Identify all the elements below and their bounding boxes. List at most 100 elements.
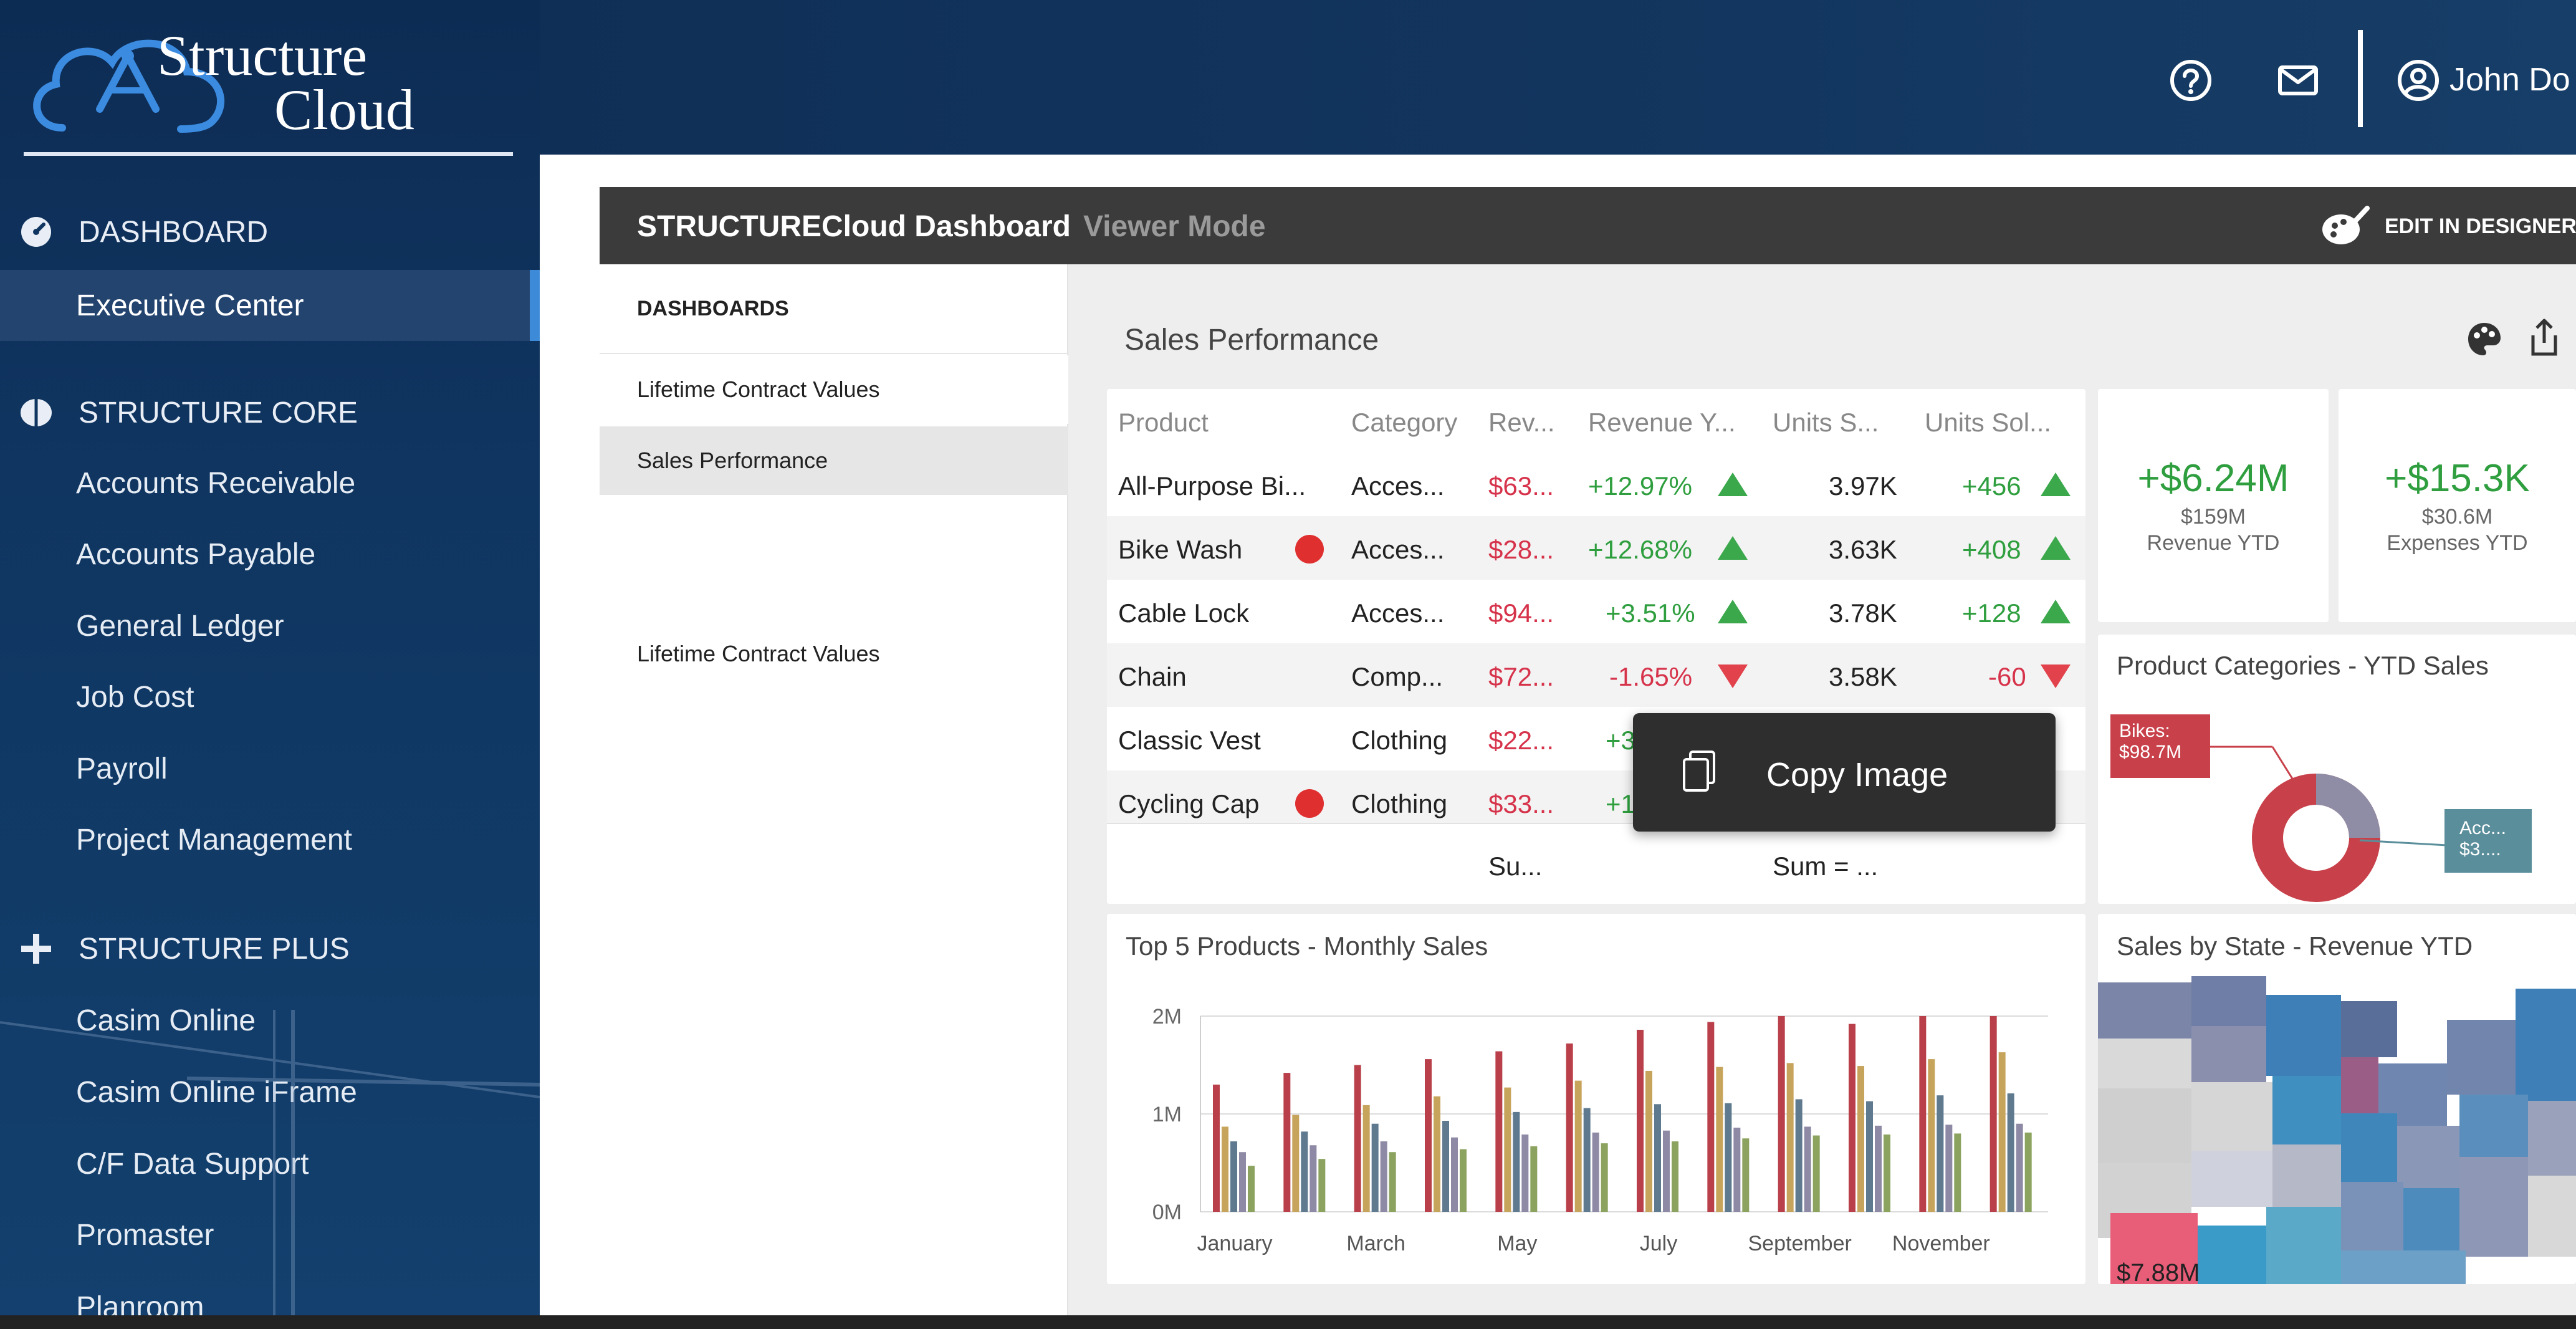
chart-bar[interactable] xyxy=(1786,1063,1794,1212)
chart-bar[interactable] xyxy=(1230,1141,1237,1212)
user-icon[interactable] xyxy=(2396,59,2440,102)
chart-bar[interactable] xyxy=(1248,1166,1255,1212)
cell-revenue-ytd: +1 xyxy=(1606,789,1635,818)
table-row[interactable]: All-Purpose Bi... Acces... $63... +12.97… xyxy=(1107,453,2085,516)
export-icon[interactable] xyxy=(2526,318,2563,358)
column-header-units-sold[interactable]: Units S... xyxy=(1773,408,1879,438)
chart-bar[interactable] xyxy=(1654,1104,1661,1212)
kpi-label: Expenses YTD xyxy=(2387,531,2528,555)
chart-bar[interactable] xyxy=(1601,1143,1608,1212)
chart-bar[interactable] xyxy=(2007,1093,2014,1212)
chart-bar[interactable] xyxy=(1637,1029,1644,1212)
chart-bar[interactable] xyxy=(1530,1146,1538,1212)
chart-bar[interactable] xyxy=(1849,1024,1855,1212)
chart-bar[interactable] xyxy=(2024,1132,2032,1212)
chart-bar[interactable] xyxy=(1425,1059,1432,1212)
chart-bar[interactable] xyxy=(1292,1115,1300,1212)
x-tick-label: May xyxy=(1497,1232,1537,1255)
chart-bar[interactable] xyxy=(1707,1022,1715,1212)
chart-bar[interactable] xyxy=(1566,1043,1573,1212)
chart-bar[interactable] xyxy=(1513,1111,1520,1212)
table-row[interactable]: Chain Comp... $72... -1.65% 3.58K -60 xyxy=(1107,643,2085,707)
cell-revenue: $94... xyxy=(1488,598,1554,628)
column-header-revenue[interactable]: Rev... xyxy=(1488,408,1555,438)
table-row[interactable]: Bike Wash Acces... $28... +12.68% 3.63K … xyxy=(1107,516,2085,580)
chart-bar[interactable] xyxy=(1310,1145,1317,1212)
chart-bar[interactable] xyxy=(1866,1101,1873,1212)
dashboard-link-lifetime-contract-values[interactable]: Lifetime Contract Values xyxy=(600,620,1068,688)
column-header-units-sold-delta[interactable]: Units Sol... xyxy=(1925,408,2051,438)
mail-icon[interactable] xyxy=(2276,59,2320,102)
sidebar-item-executive-center[interactable]: Executive Center xyxy=(0,270,540,341)
chart-bar[interactable] xyxy=(1928,1059,1935,1212)
chart-bar[interactable] xyxy=(1442,1120,1449,1212)
chart-bar[interactable] xyxy=(1301,1131,1308,1212)
chart-bar[interactable] xyxy=(1812,1135,1820,1212)
chart-bar[interactable] xyxy=(1504,1087,1511,1212)
sidebar-item-accounts-receivable[interactable]: Accounts Receivable xyxy=(0,448,540,519)
edit-in-designer-button[interactable]: EDIT IN DESIGNER xyxy=(2320,202,2576,251)
chart-bar[interactable] xyxy=(1645,1070,1652,1212)
dashboard-link-lifetime-contract-values-row[interactable]: Lifetime Contract Values xyxy=(600,355,1068,424)
chart-bar[interactable] xyxy=(1239,1152,1246,1212)
logo[interactable]: Structure Cloud xyxy=(19,12,517,156)
chart-bar[interactable] xyxy=(1778,1016,1785,1212)
chart-bar[interactable] xyxy=(1495,1051,1503,1212)
column-header-category[interactable]: Category xyxy=(1351,408,1457,438)
chart-bar[interactable] xyxy=(1451,1137,1458,1212)
chart-bar[interactable] xyxy=(1998,1052,2006,1212)
column-header-revenue-ytd[interactable]: Revenue Y... xyxy=(1588,408,1736,438)
chart-bar[interactable] xyxy=(1460,1149,1467,1212)
chart-bar[interactable] xyxy=(1857,1066,1864,1212)
chart-bar[interactable] xyxy=(1371,1123,1379,1212)
chart-bar[interactable] xyxy=(1318,1159,1326,1212)
palette-icon[interactable] xyxy=(2466,320,2503,358)
chart-bar[interactable] xyxy=(1742,1138,1750,1212)
chart-bar[interactable] xyxy=(1521,1134,1529,1212)
chart-bar[interactable] xyxy=(1574,1080,1582,1212)
us-map[interactable] xyxy=(2098,976,2576,1284)
chart-bar[interactable] xyxy=(1354,1065,1361,1212)
chart-bar[interactable] xyxy=(1583,1108,1591,1212)
chart-bar[interactable] xyxy=(1362,1105,1370,1212)
chart-bar[interactable] xyxy=(1592,1132,1599,1212)
copy-image-menu-item[interactable]: Copy Image xyxy=(1766,756,1948,794)
chart-bar[interactable] xyxy=(1389,1152,1396,1212)
chart-bar[interactable] xyxy=(1283,1073,1291,1212)
sidebar-item-project-management[interactable]: Project Management xyxy=(0,804,540,875)
chart-bar[interactable] xyxy=(1663,1130,1670,1212)
nav-section-dashboard[interactable]: DASHBOARD xyxy=(0,201,540,263)
donut-slice-other[interactable] xyxy=(2315,774,2380,839)
sidebar-item-job-cost[interactable]: Job Cost xyxy=(0,661,540,732)
chart-bar[interactable] xyxy=(1989,1016,1997,1212)
sidebar-item-payroll[interactable]: Payroll xyxy=(0,733,540,804)
dashboard-link-sales-performance[interactable]: Sales Performance xyxy=(600,426,1068,495)
chart-bar[interactable] xyxy=(1213,1084,1220,1212)
cell-units-delta: -60 xyxy=(1988,662,2026,691)
help-icon[interactable] xyxy=(2169,59,2213,102)
chart-bar[interactable] xyxy=(2016,1123,2023,1212)
chart-bar[interactable] xyxy=(1733,1127,1741,1212)
chart-bar[interactable] xyxy=(1945,1125,1953,1212)
bar-chart[interactable]: 2M 1M 0M January March May July September Novemb… xyxy=(1107,914,2085,1284)
chart-bar[interactable] xyxy=(1875,1125,1882,1212)
nav-section-structure-plus[interactable]: STRUCTURE PLUS xyxy=(0,918,540,980)
chart-bar[interactable] xyxy=(1954,1133,1961,1212)
chart-bar[interactable] xyxy=(1795,1099,1803,1212)
user-name[interactable]: John Do xyxy=(2449,61,2570,98)
chart-bar[interactable] xyxy=(1804,1126,1811,1212)
chart-bar[interactable] xyxy=(1937,1095,1944,1212)
chart-bar[interactable] xyxy=(1725,1103,1732,1212)
sidebar-item-general-ledger[interactable]: General Ledger xyxy=(0,590,540,661)
chart-bar[interactable] xyxy=(1434,1096,1440,1212)
table-row[interactable]: Cable Lock Acces... $94... +3.51% 3.78K … xyxy=(1107,580,2085,643)
chart-bar[interactable] xyxy=(1884,1134,1890,1212)
sidebar-item-accounts-payable[interactable]: Accounts Payable xyxy=(0,519,540,590)
nav-section-structure-core[interactable]: STRUCTURE CORE xyxy=(0,381,540,444)
chart-bar[interactable] xyxy=(1672,1141,1678,1212)
chart-bar[interactable] xyxy=(1716,1067,1723,1212)
chart-bar[interactable] xyxy=(1222,1126,1228,1212)
column-header-product[interactable]: Product xyxy=(1118,408,1209,438)
chart-bar[interactable] xyxy=(1380,1141,1387,1212)
chart-bar[interactable] xyxy=(1919,1016,1927,1212)
